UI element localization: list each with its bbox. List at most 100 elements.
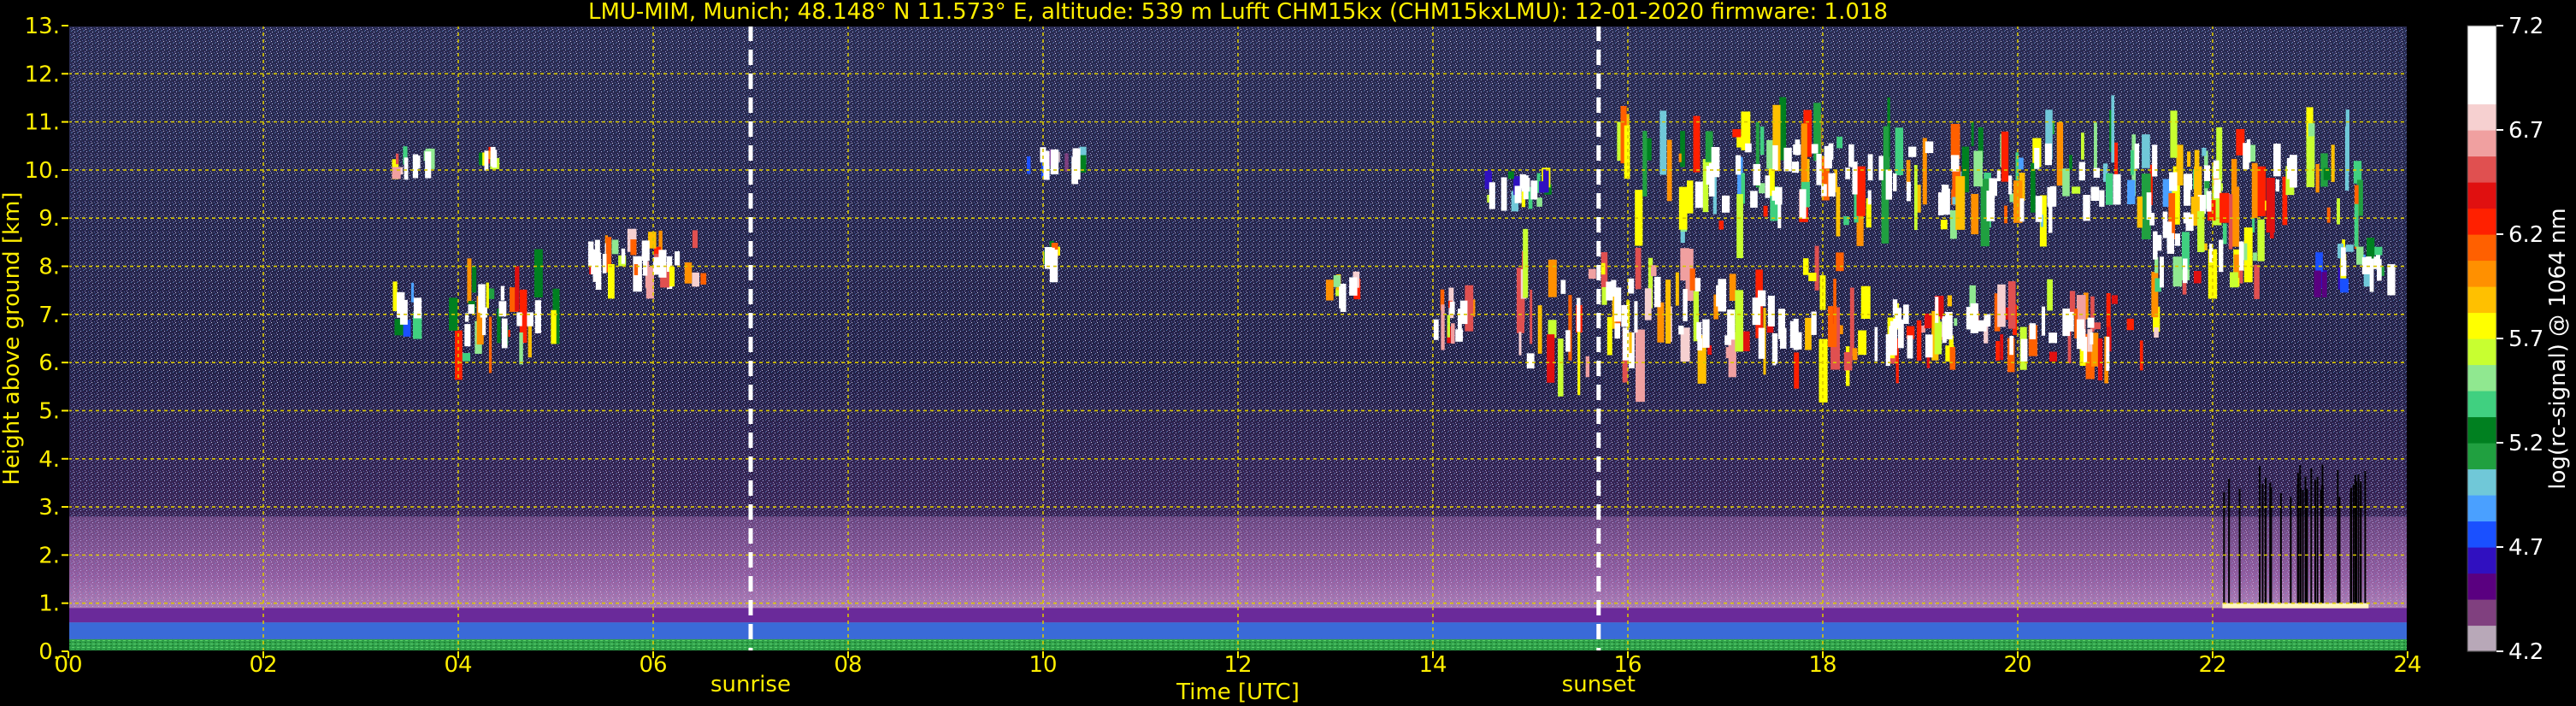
- colorbar-swatch: [2467, 208, 2496, 235]
- cloud-cell: [1843, 351, 1853, 371]
- cloud-core: [1937, 192, 1944, 215]
- cloud-cell: [1027, 156, 1031, 174]
- x-axis-label: Time [UTC]: [1176, 680, 1300, 705]
- x-tick-label: 14: [1418, 652, 1447, 678]
- cloud-cell: [1441, 304, 1445, 350]
- cloud-cell: [1600, 262, 1606, 275]
- cloud-core: [1678, 325, 1684, 335]
- colorbar-ticks: 4.2 4.7 5.2 5.7 6.2 6.7 7.2: [2496, 14, 2544, 665]
- y-tick-label: 13.: [25, 14, 60, 39]
- cloud-core: [1950, 155, 1960, 172]
- y-tick-label: 9.: [38, 206, 60, 232]
- cloud-cell: [2001, 131, 2009, 182]
- cloud-cell: [2337, 198, 2340, 225]
- cloud-cell: [2047, 279, 2053, 311]
- cloud-core: [1777, 196, 1782, 229]
- cloud-core: [2149, 212, 2155, 226]
- cloud-core: [404, 157, 409, 180]
- cloud-cell: [1934, 321, 1942, 355]
- cloud-cell: [2004, 205, 2007, 224]
- cloud-cell: [2373, 246, 2383, 256]
- cloud-core: [643, 242, 648, 276]
- y-tick-label: 5.: [38, 398, 60, 424]
- cloud-core: [1349, 277, 1358, 296]
- cloud-core: [2166, 221, 2172, 250]
- cloud-cell: [1642, 131, 1648, 197]
- cloud-cell: [2222, 223, 2227, 244]
- cloud-core: [621, 248, 626, 264]
- cloud-cell: [1971, 121, 1974, 147]
- colorbar-swatch: [2467, 286, 2496, 314]
- cloud-core: [1970, 303, 1979, 333]
- cloud-cell: [1950, 123, 1960, 159]
- cloud-core: [1867, 154, 1873, 181]
- cloud-cell: [630, 239, 637, 256]
- y-tick-label: 11.: [25, 110, 60, 136]
- cloud-cell: [2069, 291, 2076, 315]
- colorbar: 4.2 4.7 5.2 5.7 6.2 6.7 7.2 log(rc-signal) @ 1…: [2467, 14, 2571, 665]
- cloud-cell: [1678, 186, 1688, 230]
- cloud-core: [2090, 186, 2100, 201]
- x-tick-label: 12: [1223, 652, 1252, 678]
- cloud-cell: [2172, 256, 2183, 287]
- cloud-cell: [2315, 163, 2320, 193]
- cloud-cell: [1814, 245, 1819, 291]
- cloud-cell: [1635, 248, 1642, 290]
- cloud-cell: [2111, 295, 2118, 304]
- cloud-cell: [1686, 180, 1694, 214]
- cloud-core: [2106, 337, 2110, 371]
- cloud-core: [1753, 163, 1761, 185]
- cloud-cell: [461, 353, 471, 362]
- cloud-core: [1696, 321, 1702, 340]
- cloud-core: [1789, 321, 1799, 349]
- cloud-cell: [2326, 207, 2331, 223]
- cloud-cell: [1858, 330, 1867, 356]
- cloud-cell: [1659, 110, 1667, 175]
- cloud-core: [1683, 288, 1688, 321]
- colorbar-swatch: [2467, 573, 2496, 600]
- cloud-core: [1795, 139, 1801, 156]
- cloud-cell: [1530, 289, 1533, 344]
- cloud-core: [413, 297, 422, 319]
- cloud-cell: [1940, 220, 1948, 230]
- cloud-core: [534, 300, 541, 333]
- cloud-core: [482, 315, 486, 336]
- y-tick-label: 12.: [25, 62, 60, 87]
- cloud-core: [1828, 173, 1836, 197]
- cloud-core: [2289, 155, 2297, 188]
- lidar-ceilometer-chart: LMU-MIM, Munich; 48.148° N 11.573° E, al…: [0, 0, 2571, 705]
- cloud-cell: [2306, 136, 2315, 187]
- cloud-cell: [2170, 110, 2178, 158]
- cloud-cell: [1973, 150, 1983, 187]
- cloud-cell: [2197, 211, 2205, 252]
- cloud-core: [1779, 327, 1787, 349]
- cloud-cell: [1836, 136, 1843, 149]
- cloud-cell: [392, 281, 398, 312]
- cloud-core: [1449, 301, 1455, 315]
- cloud-core: [1771, 190, 1780, 201]
- cloud-cell: [1606, 316, 1612, 356]
- cloud-cell: [1997, 284, 2006, 327]
- cloud-core: [2134, 143, 2140, 169]
- cloud-cell: [2056, 122, 2064, 186]
- cloud-core: [2044, 143, 2052, 166]
- cloud-core: [2090, 332, 2094, 344]
- y-tick-label: 2.: [38, 543, 60, 568]
- colorbar-swatch: [2467, 391, 2496, 418]
- cloud-core: [468, 304, 475, 315]
- cloud-core: [1758, 327, 1765, 359]
- x-tick-label: 00: [54, 652, 82, 678]
- cloud-core: [1996, 170, 2001, 182]
- colorbar-tick-label: 6.7: [2508, 118, 2544, 144]
- cloud-core: [425, 151, 432, 179]
- x-tick-label: 22: [2198, 652, 2226, 678]
- cloud-cell: [395, 153, 399, 165]
- cloud-core: [2387, 264, 2396, 296]
- cloud-cell: [2154, 327, 2159, 338]
- cloud-cell: [1805, 317, 1812, 350]
- cloud-core: [1695, 278, 1701, 292]
- cloud-cell: [1971, 193, 1979, 235]
- cloud-cell: [2340, 278, 2349, 293]
- cloud-cell: [2072, 186, 2081, 194]
- cloud-cell: [1914, 164, 1918, 231]
